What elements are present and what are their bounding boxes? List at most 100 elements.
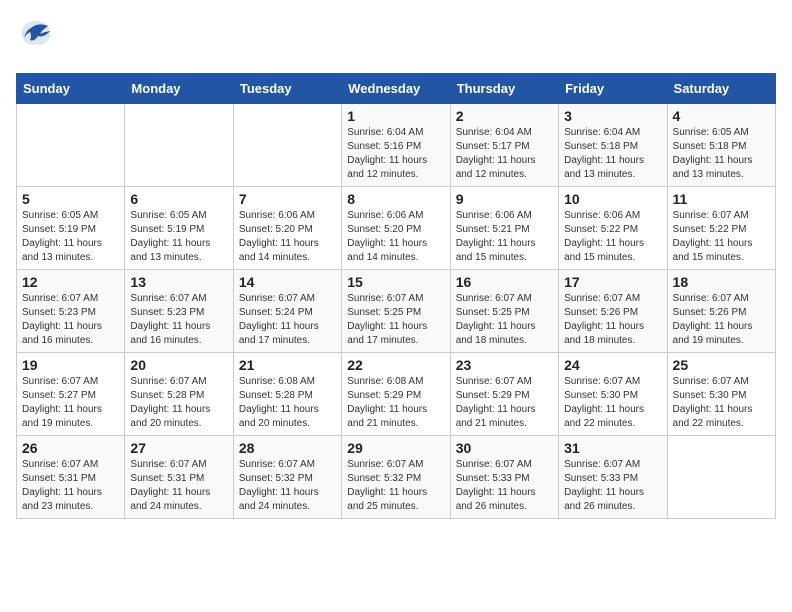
day-info: Sunrise: 6:08 AM Sunset: 5:29 PM Dayligh… <box>347 375 444 431</box>
day-info: Sunrise: 6:07 AM Sunset: 5:26 PM Dayligh… <box>564 292 661 348</box>
day-info: Sunrise: 6:07 AM Sunset: 5:28 PM Dayligh… <box>130 375 227 431</box>
day-info: Sunrise: 6:07 AM Sunset: 5:29 PM Dayligh… <box>456 375 553 431</box>
day-info: Sunrise: 6:04 AM Sunset: 5:17 PM Dayligh… <box>456 126 553 182</box>
day-number: 25 <box>673 357 770 373</box>
day-cell-30: 30 Sunrise: 6:07 AM Sunset: 5:33 PM Dayli… <box>450 436 558 519</box>
header-day-friday: Friday <box>559 74 667 104</box>
week-row-3: 12 Sunrise: 6:07 AM Sunset: 5:23 PM Dayli… <box>17 270 776 353</box>
calendar-table: SundayMondayTuesdayWednesdayThursdayFrid… <box>16 73 776 519</box>
day-cell-2: 2 Sunrise: 6:04 AM Sunset: 5:17 PM Daylig… <box>450 104 558 187</box>
day-number: 24 <box>564 357 661 373</box>
week-row-1: 1 Sunrise: 6:04 AM Sunset: 5:16 PM Daylig… <box>17 104 776 187</box>
day-info: Sunrise: 6:07 AM Sunset: 5:26 PM Dayligh… <box>673 292 770 348</box>
week-row-4: 19Sunrise: 6:07 AM Sunset: 5:27 PM Dayli… <box>17 353 776 436</box>
header-day-monday: Monday <box>125 74 233 104</box>
page-header <box>16 16 776 63</box>
day-number: 4 <box>673 108 770 124</box>
day-cell-31: 31 Sunrise: 6:07 AM Sunset: 5:33 PM Dayli… <box>559 436 667 519</box>
day-info: Sunrise: 6:06 AM Sunset: 5:20 PM Dayligh… <box>239 209 336 265</box>
day-number: 19 <box>22 357 119 373</box>
header-day-thursday: Thursday <box>450 74 558 104</box>
week-row-2: 5Sunrise: 6:05 AM Sunset: 5:19 PM Daylig… <box>17 187 776 270</box>
day-cell-13: 13 Sunrise: 6:07 AM Sunset: 5:23 PM Dayli… <box>125 270 233 353</box>
day-cell-4: 4 Sunrise: 6:05 AM Sunset: 5:18 PM Daylig… <box>667 104 775 187</box>
day-cell-18: 18 Sunrise: 6:07 AM Sunset: 5:26 PM Dayli… <box>667 270 775 353</box>
day-number: 1 <box>347 108 444 124</box>
day-number: 2 <box>456 108 553 124</box>
empty-cell <box>125 104 233 187</box>
day-number: 13 <box>130 274 227 290</box>
day-cell-24: 24 Sunrise: 6:07 AM Sunset: 5:30 PM Dayli… <box>559 353 667 436</box>
logo <box>16 16 60 63</box>
day-info: Sunrise: 6:07 AM Sunset: 5:32 PM Dayligh… <box>347 458 444 514</box>
logo-bird-icon <box>16 16 56 63</box>
day-cell-15: 15 Sunrise: 6:07 AM Sunset: 5:25 PM Dayli… <box>342 270 450 353</box>
day-cell-29: 29 Sunrise: 6:07 AM Sunset: 5:32 PM Dayli… <box>342 436 450 519</box>
day-number: 16 <box>456 274 553 290</box>
day-number: 12 <box>22 274 119 290</box>
day-number: 14 <box>239 274 336 290</box>
day-number: 5 <box>22 191 119 207</box>
day-info: Sunrise: 6:07 AM Sunset: 5:30 PM Dayligh… <box>673 375 770 431</box>
day-info: Sunrise: 6:07 AM Sunset: 5:31 PM Dayligh… <box>130 458 227 514</box>
day-info: Sunrise: 6:08 AM Sunset: 5:28 PM Dayligh… <box>239 375 336 431</box>
day-info: Sunrise: 6:07 AM Sunset: 5:32 PM Dayligh… <box>239 458 336 514</box>
calendar-body: 1 Sunrise: 6:04 AM Sunset: 5:16 PM Daylig… <box>17 104 776 519</box>
empty-cell <box>667 436 775 519</box>
day-info: Sunrise: 6:05 AM Sunset: 5:18 PM Dayligh… <box>673 126 770 182</box>
day-info: Sunrise: 6:07 AM Sunset: 5:23 PM Dayligh… <box>130 292 227 348</box>
day-cell-27: 27Sunrise: 6:07 AM Sunset: 5:31 PM Dayli… <box>125 436 233 519</box>
day-info: Sunrise: 6:07 AM Sunset: 5:25 PM Dayligh… <box>347 292 444 348</box>
day-number: 8 <box>347 191 444 207</box>
day-cell-28: 28Sunrise: 6:07 AM Sunset: 5:32 PM Dayli… <box>233 436 341 519</box>
day-info: Sunrise: 6:06 AM Sunset: 5:21 PM Dayligh… <box>456 209 553 265</box>
day-number: 30 <box>456 440 553 456</box>
day-cell-23: 23Sunrise: 6:07 AM Sunset: 5:29 PM Dayli… <box>450 353 558 436</box>
day-number: 11 <box>673 191 770 207</box>
header-day-sunday: Sunday <box>17 74 125 104</box>
day-number: 9 <box>456 191 553 207</box>
day-info: Sunrise: 6:07 AM Sunset: 5:23 PM Dayligh… <box>22 292 119 348</box>
day-cell-16: 16 Sunrise: 6:07 AM Sunset: 5:25 PM Dayli… <box>450 270 558 353</box>
empty-cell <box>17 104 125 187</box>
day-cell-26: 26Sunrise: 6:07 AM Sunset: 5:31 PM Dayli… <box>17 436 125 519</box>
day-number: 6 <box>130 191 227 207</box>
header-day-tuesday: Tuesday <box>233 74 341 104</box>
day-cell-19: 19Sunrise: 6:07 AM Sunset: 5:27 PM Dayli… <box>17 353 125 436</box>
day-info: Sunrise: 6:04 AM Sunset: 5:16 PM Dayligh… <box>347 126 444 182</box>
day-info: Sunrise: 6:07 AM Sunset: 5:33 PM Dayligh… <box>564 458 661 514</box>
day-cell-7: 7 Sunrise: 6:06 AM Sunset: 5:20 PM Daylig… <box>233 187 341 270</box>
day-cell-11: 11Sunrise: 6:07 AM Sunset: 5:22 PM Dayli… <box>667 187 775 270</box>
header-row: SundayMondayTuesdayWednesdayThursdayFrid… <box>17 74 776 104</box>
day-cell-17: 17 Sunrise: 6:07 AM Sunset: 5:26 PM Dayli… <box>559 270 667 353</box>
day-cell-22: 22Sunrise: 6:08 AM Sunset: 5:29 PM Dayli… <box>342 353 450 436</box>
day-number: 7 <box>239 191 336 207</box>
day-number: 15 <box>347 274 444 290</box>
header-day-saturday: Saturday <box>667 74 775 104</box>
day-number: 18 <box>673 274 770 290</box>
day-number: 26 <box>22 440 119 456</box>
day-cell-6: 6Sunrise: 6:05 AM Sunset: 5:19 PM Daylig… <box>125 187 233 270</box>
day-number: 31 <box>564 440 661 456</box>
week-row-5: 26 Sunrise: 6:07 AM Sunset: 5:31 PM Dayli… <box>17 436 776 519</box>
day-info: Sunrise: 6:06 AM Sunset: 5:20 PM Dayligh… <box>347 209 444 265</box>
day-cell-10: 10 Sunrise: 6:06 AM Sunset: 5:22 PM Dayli… <box>559 187 667 270</box>
day-cell-20: 20Sunrise: 6:07 AM Sunset: 5:28 PM Dayli… <box>125 353 233 436</box>
day-info: Sunrise: 6:07 AM Sunset: 5:25 PM Dayligh… <box>456 292 553 348</box>
day-info: Sunrise: 6:07 AM Sunset: 5:24 PM Dayligh… <box>239 292 336 348</box>
day-cell-8: 8 Sunrise: 6:06 AM Sunset: 5:20 PM Daylig… <box>342 187 450 270</box>
day-number: 10 <box>564 191 661 207</box>
day-number: 29 <box>347 440 444 456</box>
day-cell-14: 14 Sunrise: 6:07 AM Sunset: 5:24 PM Dayli… <box>233 270 341 353</box>
day-cell-12: 12 Sunrise: 6:07 AM Sunset: 5:23 PM Dayli… <box>17 270 125 353</box>
calendar-header: SundayMondayTuesdayWednesdayThursdayFrid… <box>17 74 776 104</box>
day-info: Sunrise: 6:07 AM Sunset: 5:30 PM Dayligh… <box>564 375 661 431</box>
day-cell-5: 5Sunrise: 6:05 AM Sunset: 5:19 PM Daylig… <box>17 187 125 270</box>
day-info: Sunrise: 6:06 AM Sunset: 5:22 PM Dayligh… <box>564 209 661 265</box>
day-number: 21 <box>239 357 336 373</box>
header-day-wednesday: Wednesday <box>342 74 450 104</box>
day-number: 17 <box>564 274 661 290</box>
day-info: Sunrise: 6:07 AM Sunset: 5:33 PM Dayligh… <box>456 458 553 514</box>
day-cell-21: 21 Sunrise: 6:08 AM Sunset: 5:28 PM Dayli… <box>233 353 341 436</box>
day-cell-9: 9 Sunrise: 6:06 AM Sunset: 5:21 PM Daylig… <box>450 187 558 270</box>
